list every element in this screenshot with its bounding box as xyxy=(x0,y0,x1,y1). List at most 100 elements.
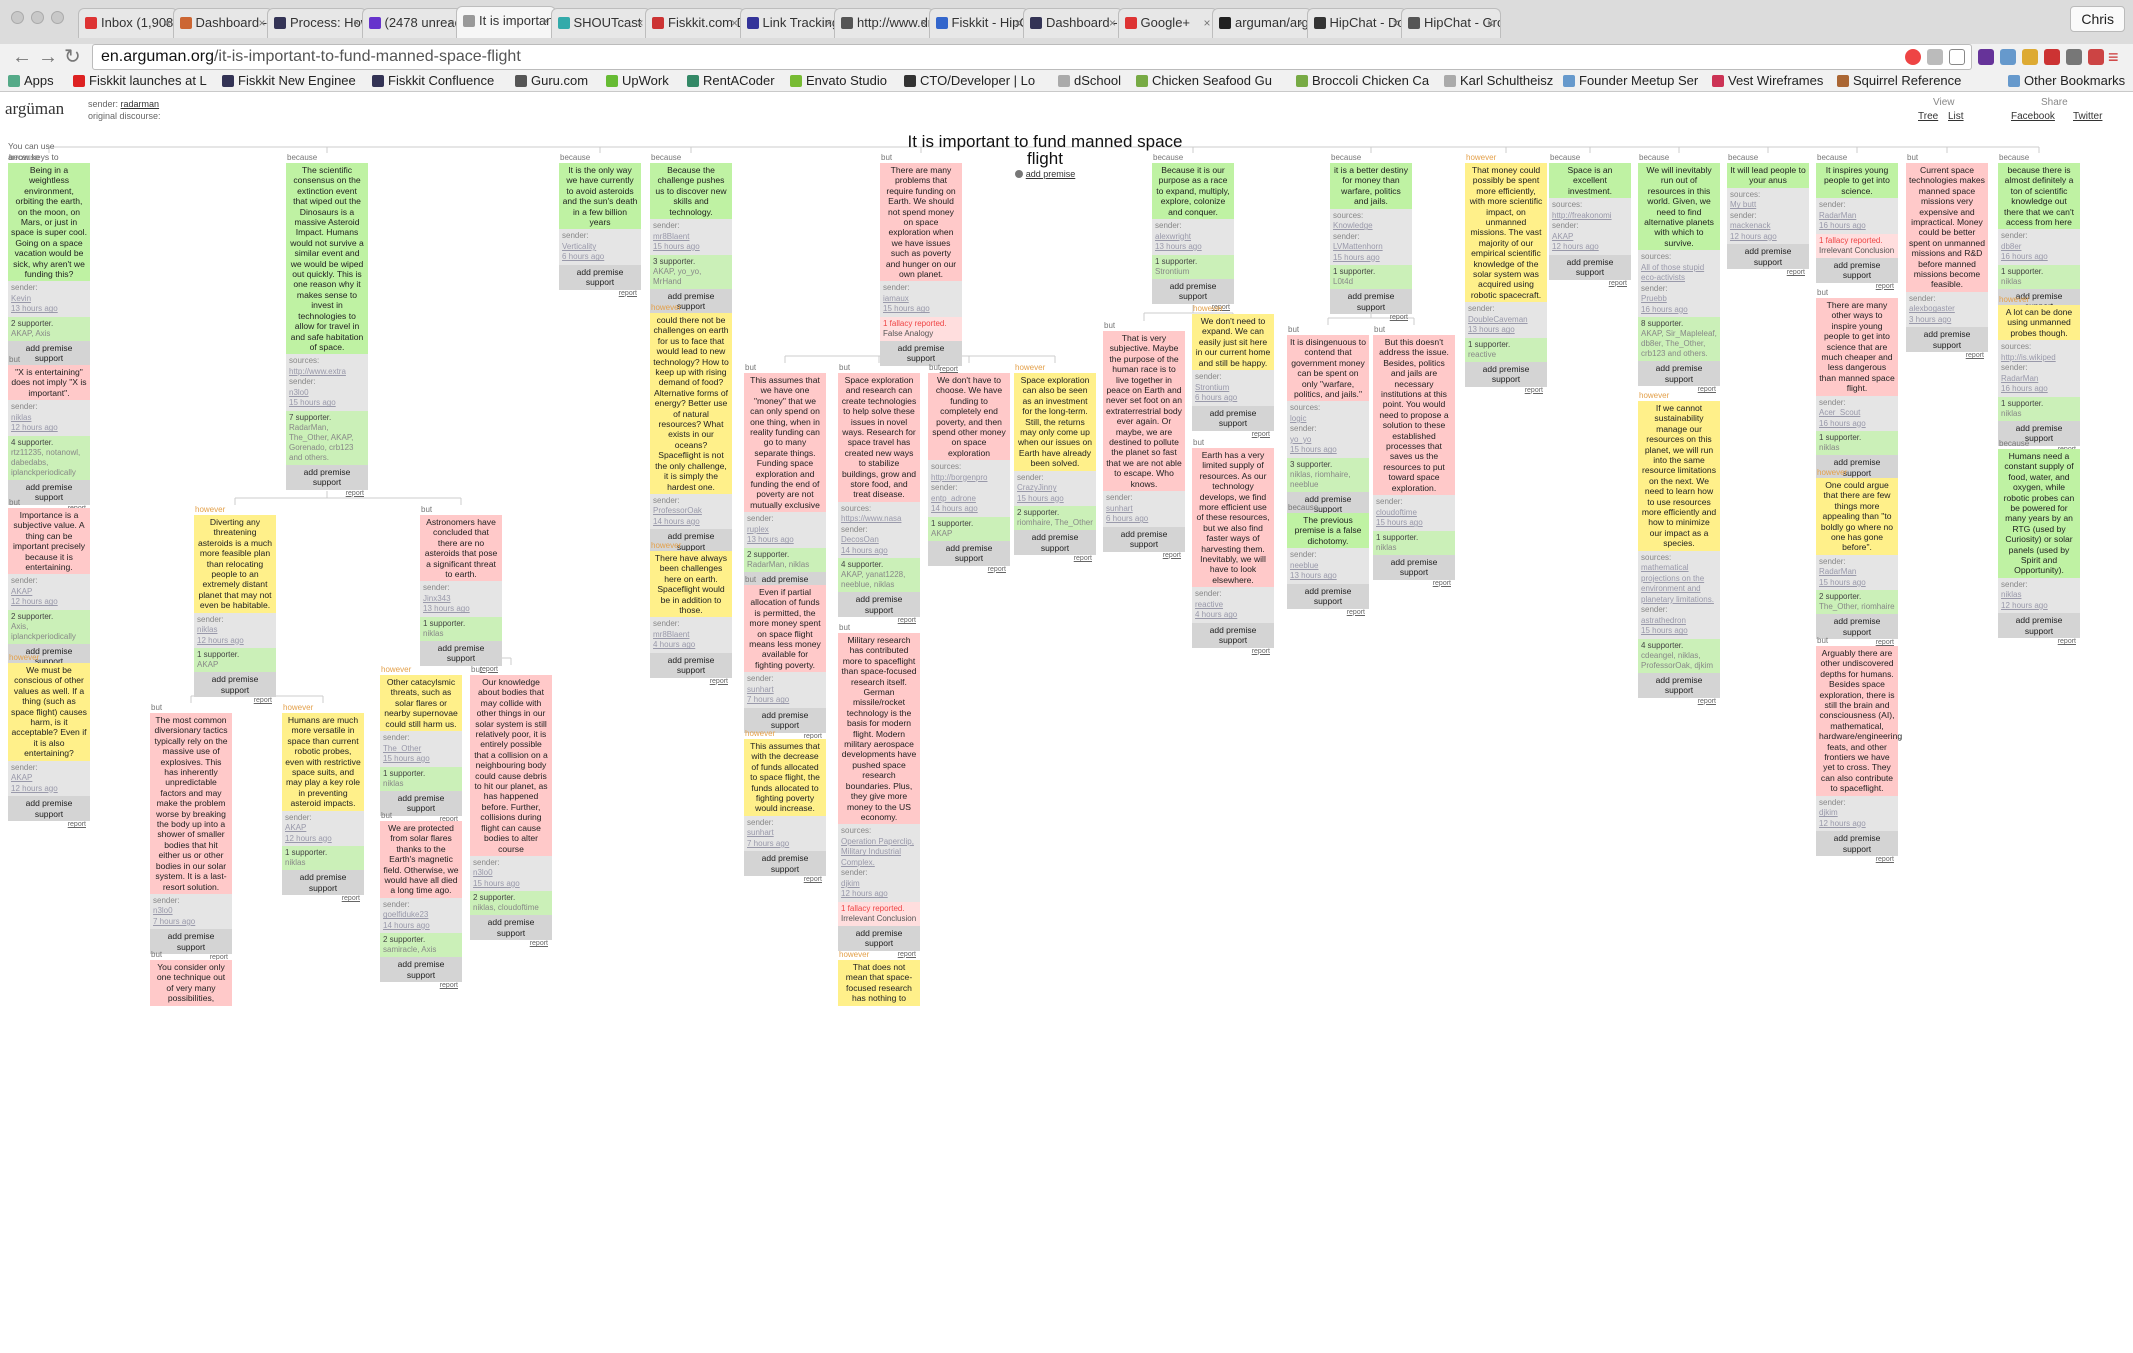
sender-name[interactable]: sunhart xyxy=(747,828,823,839)
premise-text[interactable]: Being in a weightless environment, orbit… xyxy=(8,163,90,282)
bookmark-item[interactable]: RentACoder xyxy=(687,71,775,91)
add-premise-button[interactable]: add premise xyxy=(1194,625,1272,636)
support-button[interactable]: support xyxy=(1016,543,1094,554)
address-bar[interactable]: en.arguman.org/it-is-important-to-fund-m… xyxy=(92,44,1972,70)
bookmark-item[interactable]: Fiskkit New Enginee xyxy=(222,71,356,91)
sender-name[interactable]: sunhart xyxy=(1106,504,1182,515)
tab-close-icon[interactable]: × xyxy=(1487,9,1494,37)
sender-name[interactable]: Kevin xyxy=(11,294,87,305)
sender-name[interactable]: mr8Blaent xyxy=(653,630,729,641)
report-link[interactable]: report xyxy=(1330,314,1412,323)
premise-text[interactable]: Humans are much more versatile in space … xyxy=(282,713,364,811)
sender-name[interactable]: Verticality xyxy=(562,242,638,253)
report-link[interactable]: report xyxy=(8,821,90,830)
add-premise-button[interactable]: add premise xyxy=(1289,586,1367,597)
source-link[interactable]: mathematical projections on the environm… xyxy=(1641,563,1717,605)
browser-tab[interactable]: HipChat - Gro × xyxy=(1401,8,1501,38)
sender-name[interactable]: AKAP xyxy=(285,823,361,834)
add-premise-button[interactable]: add premise xyxy=(840,594,918,605)
report-link[interactable]: report xyxy=(1465,387,1547,396)
yahoo-extension-icon[interactable] xyxy=(1978,49,1994,65)
sender-name[interactable]: n3lo0 xyxy=(153,906,229,917)
premise-text[interactable]: Space is an excellent investment. xyxy=(1549,163,1631,199)
zoom-window-button[interactable] xyxy=(51,11,64,24)
forward-icon[interactable]: → xyxy=(38,45,58,69)
sender-name[interactable]: DecosOan xyxy=(841,535,917,546)
premise-text[interactable]: That money could possibly be spent more … xyxy=(1465,163,1547,303)
sender-name[interactable]: mackenack xyxy=(1730,221,1806,232)
premise-text[interactable]: It inspires young people to get into sci… xyxy=(1816,163,1898,199)
add-premise-button[interactable]: add premise xyxy=(382,793,460,804)
premise-text[interactable]: It is the only way we have currently to … xyxy=(559,163,641,230)
extension-icon[interactable] xyxy=(2066,49,2082,65)
sender-name[interactable]: sunhart xyxy=(747,685,823,696)
add-premise-button[interactable]: add premise xyxy=(472,917,550,928)
report-link[interactable]: report xyxy=(650,678,732,687)
add-premise-button[interactable]: add premise xyxy=(1016,532,1094,543)
browser-tab[interactable]: Inbox (1,908) × xyxy=(78,8,178,38)
sender-name[interactable]: Strontium xyxy=(1195,383,1271,394)
support-button[interactable]: support xyxy=(652,665,730,676)
support-button[interactable]: support xyxy=(196,685,274,696)
bookmark-item[interactable]: Karl Schultheisz xyxy=(1444,71,1553,91)
browser-tab[interactable]: SHOUTcast - S× xyxy=(550,8,651,38)
support-button[interactable]: support xyxy=(1551,267,1629,278)
support-button[interactable]: support xyxy=(1289,596,1367,607)
report-link[interactable]: report xyxy=(1014,555,1096,564)
sender-name[interactable]: AKAP xyxy=(1552,232,1628,243)
add-premise-button[interactable]: add premise xyxy=(1467,364,1545,375)
premise-text[interactable]: It will lead people to your anus xyxy=(1727,163,1809,188)
add-premise-button[interactable]: add premise xyxy=(1818,833,1896,844)
source-link[interactable]: http://www.extra xyxy=(289,367,365,378)
sender-name[interactable]: Jinx343 xyxy=(423,594,499,605)
add-premise-button[interactable]: add premise xyxy=(1154,281,1232,292)
sender-name[interactable]: niklas xyxy=(2001,590,2077,601)
add-premise-button[interactable]: add premise xyxy=(10,482,88,493)
sender-name[interactable]: yo_yo xyxy=(1290,435,1366,446)
support-button[interactable]: support xyxy=(1105,539,1183,550)
tab-close-icon[interactable]: × xyxy=(825,9,832,37)
tab-close-icon[interactable]: × xyxy=(636,9,643,37)
source-link[interactable]: https://www.nasa xyxy=(841,514,917,525)
support-button[interactable]: support xyxy=(930,553,1008,564)
support-button[interactable]: support xyxy=(1375,567,1453,578)
premise-text[interactable]: Arguably there are other undiscovered de… xyxy=(1816,646,1902,796)
premise-text[interactable]: Other catacylsmic threats, such as solar… xyxy=(380,675,462,732)
source-link[interactable]: logic xyxy=(1290,414,1366,425)
bookmark-item[interactable]: Guru.com xyxy=(515,71,588,91)
report-link[interactable]: report xyxy=(282,895,364,904)
support-button[interactable]: support xyxy=(284,883,362,894)
source-link[interactable]: http://freakonomi xyxy=(1552,211,1628,222)
source-link[interactable]: Operation Paperclip, Military Industrial… xyxy=(841,837,917,869)
sender-name[interactable]: CrazyJinny xyxy=(1017,483,1093,494)
report-link[interactable]: report xyxy=(1192,648,1274,657)
premise-text[interactable]: That is very subjective. Maybe the purpo… xyxy=(1103,331,1185,492)
add-premise-button[interactable]: add premise xyxy=(196,674,274,685)
source-link[interactable]: http://is.wikiped xyxy=(2001,353,2077,364)
source-link[interactable]: http://borgenpro xyxy=(931,473,1007,484)
pen-extension-icon[interactable] xyxy=(2022,49,2038,65)
browser-tab[interactable]: Fiskkit - HipC × xyxy=(928,8,1029,38)
sender-name[interactable]: djkim xyxy=(1819,808,1895,819)
add-premise-button[interactable]: add premise xyxy=(1818,616,1896,627)
support-button[interactable]: support xyxy=(1640,685,1718,696)
tab-close-icon[interactable]: × xyxy=(542,7,549,35)
add-premise-button[interactable]: add premise xyxy=(746,710,824,721)
report-link[interactable]: report xyxy=(1103,552,1185,561)
report-link[interactable]: report xyxy=(1816,856,1898,865)
browser-tab[interactable]: (2478 unread) × xyxy=(361,8,462,38)
add-premise-button[interactable]: add premise xyxy=(288,467,366,478)
report-link[interactable]: report xyxy=(1287,609,1369,618)
support-button[interactable]: support xyxy=(422,653,500,664)
add-premise-button[interactable]: add premise xyxy=(1640,675,1718,686)
browser-tab[interactable]: Dashboard - F × xyxy=(1023,8,1123,38)
reload-icon[interactable]: ↻ xyxy=(64,45,81,69)
bookmark-star-icon[interactable] xyxy=(1949,49,1965,65)
support-button[interactable]: support xyxy=(1908,340,1986,351)
support-button[interactable]: support xyxy=(2000,626,2078,637)
premise-text[interactable]: This assumes that we have one "money" th… xyxy=(744,373,826,513)
premise-text[interactable]: The previous premise is a false dichotom… xyxy=(1287,513,1369,549)
add-premise-button[interactable]: add premise xyxy=(652,655,730,666)
premise-text[interactable]: Even if partial allocation of funds is p… xyxy=(744,585,826,673)
bookmark-item[interactable]: UpWork xyxy=(606,71,669,91)
